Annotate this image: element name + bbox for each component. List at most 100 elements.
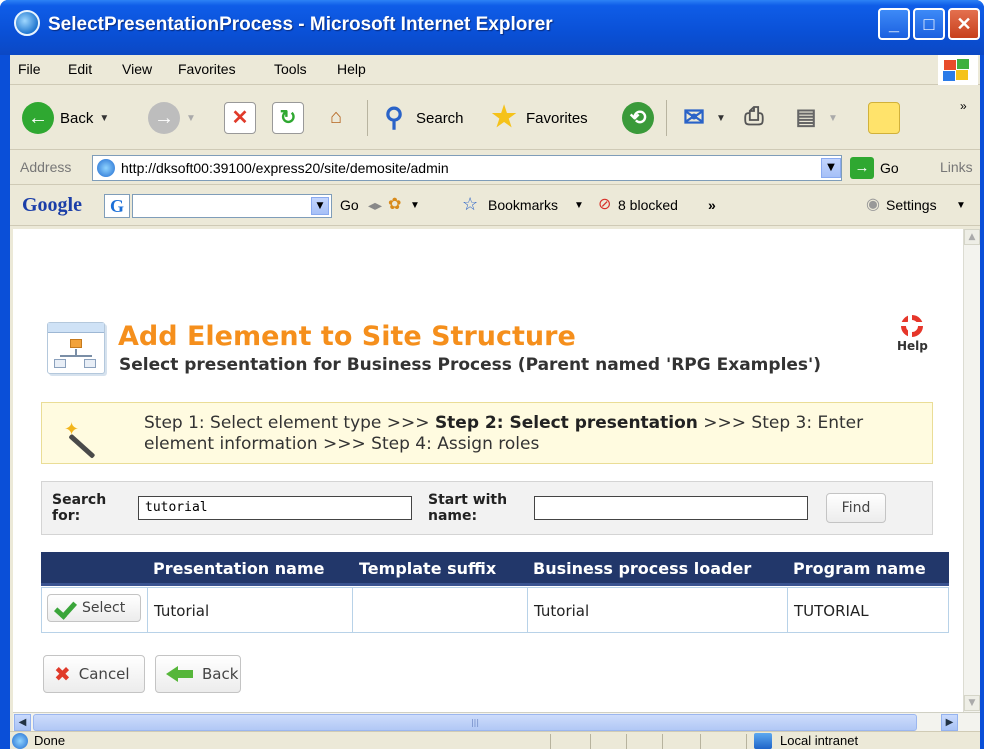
- chevron-down-icon: ▼: [716, 112, 726, 124]
- mail-button[interactable]: ✉ ▼: [678, 100, 726, 136]
- address-label: Address: [20, 159, 72, 175]
- minimize-button[interactable]: _: [878, 8, 910, 40]
- google-logo[interactable]: Google: [22, 194, 82, 217]
- search-input[interactable]: tutorial: [138, 496, 412, 520]
- title-bar[interactable]: SelectPresentationProcess - Microsoft In…: [0, 0, 984, 55]
- notes-button[interactable]: [868, 100, 900, 136]
- search-panel: Search for: tutorial Start with name: Fi…: [41, 481, 933, 535]
- bookmark-star-icon: ☆: [462, 194, 479, 214]
- loader-value: Tutorial: [534, 602, 590, 620]
- table-header: Presentation name Template suffix Busine…: [41, 552, 949, 586]
- chevron-down-icon[interactable]: ▼: [311, 197, 329, 215]
- security-zone: Local intranet: [780, 733, 859, 748]
- address-input[interactable]: http://dksoft00:39100/express20/site/dem…: [92, 155, 842, 181]
- scroll-left-icon[interactable]: ◀: [14, 714, 31, 731]
- mail-icon: ✉: [683, 102, 705, 132]
- vertical-scrollbar[interactable]: ▲ ▼: [963, 229, 980, 712]
- toolbar-separator: [666, 100, 667, 136]
- col-template-suffix[interactable]: Template suffix: [359, 559, 496, 578]
- search-for-label: Search for:: [52, 492, 107, 524]
- edit-button[interactable]: ▤ ▼: [790, 100, 838, 136]
- help-link[interactable]: Help: [897, 339, 928, 353]
- status-bar: Done Local intranet: [10, 731, 980, 749]
- toolbar-overflow-icon[interactable]: »: [708, 197, 716, 213]
- find-button[interactable]: Find: [826, 493, 886, 523]
- intranet-zone-icon: [754, 733, 772, 749]
- back-page-label: Back: [202, 665, 239, 683]
- table-row: Select Tutorial Tutorial TUTORIAL: [41, 587, 949, 633]
- start-with-name-label: Start with name:: [428, 492, 508, 524]
- settings-icon: ◉: [866, 196, 880, 213]
- search-button[interactable]: ⚲ Search: [378, 100, 464, 136]
- col-business-process-loader[interactable]: Business process loader: [533, 559, 751, 578]
- scroll-thumb[interactable]: |||: [33, 714, 917, 731]
- select-cell: Select: [42, 588, 148, 632]
- print-icon: ⎙: [744, 103, 764, 130]
- blocked-count[interactable]: 8 blocked: [618, 197, 678, 213]
- chevron-down-icon: ▼: [574, 200, 584, 211]
- bookmarks-menu[interactable]: Bookmarks: [488, 197, 558, 213]
- page-status-icon: [12, 733, 28, 749]
- forward-button[interactable]: → ▼: [148, 100, 196, 136]
- select-button[interactable]: Select: [47, 594, 141, 622]
- menu-edit[interactable]: Edit: [68, 61, 92, 77]
- popup-blocker-icon: ⊘: [598, 196, 612, 213]
- page-subtitle: Select presentation for Business Process…: [119, 355, 822, 375]
- menu-tools[interactable]: Tools: [274, 61, 307, 77]
- back-page-button[interactable]: Back: [155, 655, 241, 693]
- close-button[interactable]: ✕: [948, 8, 980, 40]
- start-with-name-input[interactable]: [534, 496, 808, 520]
- col-presentation-name[interactable]: Presentation name: [153, 559, 324, 578]
- google-toolbar: Google G ▼ Go ◂▸ ✿ ▼ ☆ Bookmarks ▼ ⊘ 8 b…: [10, 186, 980, 226]
- back-button[interactable]: ← Back ▼: [22, 100, 109, 136]
- horizontal-scrollbar[interactable]: ◀ ||| ▶: [13, 712, 980, 731]
- stop-button[interactable]: ✕: [224, 100, 256, 136]
- toolbar-overflow-icon[interactable]: »: [960, 88, 967, 124]
- refresh-button[interactable]: ↻: [272, 100, 304, 136]
- ie-icon: [14, 10, 40, 36]
- program-value: TUTORIAL: [794, 602, 869, 620]
- menu-file[interactable]: File: [18, 61, 41, 77]
- status-divider: [590, 734, 591, 749]
- favorites-button[interactable]: ★ Favorites: [488, 100, 587, 136]
- steps-text: Step 1: Select element type >>> Step 2: …: [144, 413, 924, 455]
- edit-page-icon: ▤: [795, 104, 817, 129]
- print-button[interactable]: ⎙: [738, 100, 770, 136]
- address-dropdown-icon[interactable]: ▼: [821, 158, 841, 178]
- puzzle-icon[interactable]: ✿: [388, 194, 401, 214]
- windows-logo-icon: [938, 55, 978, 85]
- menu-favorites[interactable]: Favorites: [178, 61, 236, 77]
- settings-menu[interactable]: Settings: [886, 197, 937, 213]
- menu-view[interactable]: View: [122, 61, 152, 77]
- address-url: http://dksoft00:39100/express20/site/dem…: [121, 160, 449, 176]
- loader-cell: Tutorial: [528, 588, 788, 632]
- menu-help[interactable]: Help: [337, 61, 366, 77]
- refresh-icon: ↻: [272, 102, 304, 134]
- col-program-name[interactable]: Program name: [793, 559, 926, 578]
- history-button[interactable]: ⟲: [622, 100, 654, 136]
- home-button[interactable]: ⌂: [320, 100, 352, 136]
- chevron-down-icon[interactable]: ▼: [410, 200, 420, 211]
- search-label: Search: [416, 109, 464, 127]
- wizard-steps: ✦ Step 1: Select element type >>> Step 2…: [41, 402, 933, 464]
- menu-bar: File Edit View Favorites Tools Help: [10, 55, 980, 85]
- favorites-star-icon: ★: [491, 101, 517, 132]
- scroll-down-icon[interactable]: ▼: [964, 695, 980, 711]
- search-icon: ⚲: [384, 102, 404, 132]
- google-go-button[interactable]: Go: [340, 197, 359, 213]
- links-button[interactable]: Links: [940, 159, 973, 175]
- nav-arrows-icon[interactable]: ◂▸: [368, 197, 382, 214]
- chevron-down-icon: ▼: [956, 200, 966, 211]
- go-button[interactable]: → Go: [850, 157, 899, 179]
- suffix-cell: [353, 588, 528, 632]
- cancel-label: Cancel: [78, 665, 130, 683]
- history-icon: ⟲: [622, 102, 654, 134]
- maximize-button[interactable]: □: [913, 8, 945, 40]
- cancel-button[interactable]: ✖ Cancel: [43, 655, 145, 693]
- scroll-up-icon[interactable]: ▲: [964, 229, 980, 245]
- back-arrow-icon: ←: [22, 102, 54, 134]
- google-menu-button[interactable]: G: [104, 194, 130, 218]
- google-search-input[interactable]: ▼: [132, 194, 332, 218]
- scroll-right-icon[interactable]: ▶: [941, 714, 958, 731]
- help-lifebuoy-icon[interactable]: [901, 315, 923, 337]
